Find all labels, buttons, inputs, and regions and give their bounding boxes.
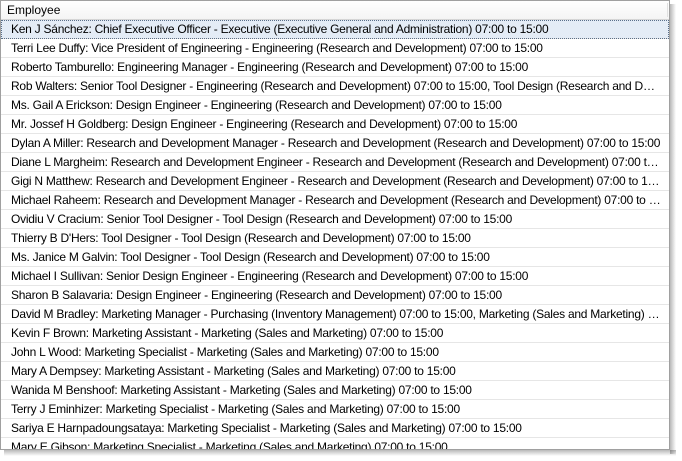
list-item[interactable]: Roberto Tamburello: Engineering Manager … [1,58,669,77]
list-item[interactable]: Sariya E Harnpadoungsataya: Marketing Sp… [1,419,669,438]
list-item[interactable]: Michael Raheem: Research and Development… [1,191,669,210]
list-item[interactable]: Ms. Gail A Erickson: Design Engineer - E… [1,96,669,115]
list-item[interactable]: Diane L Margheim: Research and Developme… [1,153,669,172]
list-item[interactable]: Sharon B Salavaria: Design Engineer - En… [1,286,669,305]
list-item[interactable]: John L Wood: Marketing Specialist - Mark… [1,343,669,362]
column-header-employee[interactable]: Employee [1,1,669,20]
list-item[interactable]: Kevin F Brown: Marketing Assistant - Mar… [1,324,669,343]
list-item[interactable]: Thierry B D'Hers: Tool Designer - Tool D… [1,229,669,248]
list-item[interactable]: Ovidiu V Cracium: Senior Tool Designer -… [1,210,669,229]
list-item[interactable]: Mr. Jossef H Goldberg: Design Engineer -… [1,115,669,134]
list-item[interactable]: Terri Lee Duffy: Vice President of Engin… [1,39,669,58]
list-item[interactable]: Rob Walters: Senior Tool Designer - Engi… [1,77,669,96]
list-item[interactable]: Terry J Eminhizer: Marketing Specialist … [1,400,669,419]
list-item[interactable]: Ken J Sánchez: Chief Executive Officer -… [1,20,669,39]
employee-list[interactable]: Ken J Sánchez: Chief Executive Officer -… [1,20,669,449]
column-separator[interactable] [667,3,668,17]
employee-list-window: Employee Ken J Sánchez: Chief Executive … [0,0,670,450]
list-item[interactable]: Mary A Dempsey: Marketing Assistant - Ma… [1,362,669,381]
list-item[interactable]: Wanida M Benshoof: Marketing Assistant -… [1,381,669,400]
list-item[interactable]: Gigi N Matthew: Research and Development… [1,172,669,191]
window-shadow-bottom [4,450,676,456]
list-item[interactable]: Mary E Gibson: Marketing Specialist - Ma… [1,438,669,449]
list-item[interactable]: Dylan A Miller: Research and Development… [1,134,669,153]
window-shadow-right [670,4,676,454]
column-header-label: Employee [7,3,61,17]
list-item[interactable]: David M Bradley: Marketing Manager - Pur… [1,305,669,324]
list-item[interactable]: Ms. Janice M Galvin: Tool Designer - Too… [1,248,669,267]
list-item[interactable]: Michael I Sullivan: Senior Design Engine… [1,267,669,286]
